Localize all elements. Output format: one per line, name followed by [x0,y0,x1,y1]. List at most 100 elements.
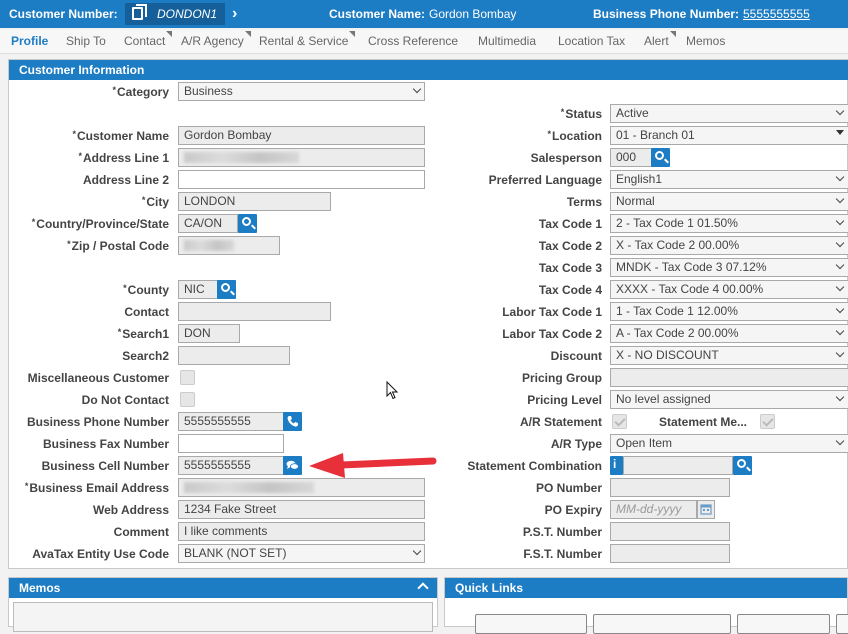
chevron-down-icon [835,436,845,446]
chat-icon [286,460,299,470]
business-phone-field-label: Business Phone Number [26,415,169,429]
chevron-down-icon [412,84,422,94]
tax-code-1-select[interactable]: 2 - Tax Code 1 01.50% [610,214,848,233]
ar-type-select[interactable]: Open Item [610,434,848,453]
labor-tax-1-select[interactable]: 1 - Tax Code 1 12.00% [610,302,848,321]
statement-me-checkbox[interactable] [760,414,775,429]
info-button[interactable]: i [610,456,623,475]
date-picker-button[interactable] [697,500,715,519]
text-message-button[interactable] [283,456,302,475]
call-button[interactable] [283,412,302,431]
city-label: *City [142,195,169,209]
chevron-down-icon [835,392,845,402]
tab-ar-agency[interactable]: A/R Agency [181,31,251,48]
pricing-group-input[interactable] [610,368,848,387]
corner-indicator-icon [349,31,356,37]
zip-label: *Zip / Postal Code [67,239,169,253]
tab-memos[interactable]: Memos [686,34,725,48]
memo-textarea[interactable] [13,602,433,632]
email-label: *Business Email Address [25,481,169,495]
zip-input[interactable] [178,236,280,255]
tax-code-2-select[interactable]: X - Tax Code 2 00.00% [610,236,848,255]
do-not-contact-checkbox[interactable] [180,392,195,407]
salesperson-input[interactable]: 000 [610,148,652,167]
comment-input[interactable]: I like comments [178,522,425,541]
search1-label: *Search1 [118,327,169,341]
search-icon [242,217,251,226]
avatax-select[interactable]: BLANK (NOT SET) [178,544,425,563]
copy-icon[interactable] [132,4,147,20]
address1-input[interactable] [178,148,425,167]
quick-link-button[interactable] [737,614,830,634]
category-value: Business [184,84,233,98]
misc-customer-checkbox[interactable] [180,370,195,385]
pst-input[interactable] [610,522,730,541]
location-value: 01 - Branch 01 [616,128,695,142]
customer-name-input[interactable]: Gordon Bombay [178,126,425,145]
terms-select[interactable]: Normal [610,192,848,211]
po-number-input[interactable] [610,478,730,497]
contact-input[interactable] [178,302,331,321]
search-icon [655,151,664,160]
tab-contact[interactable]: Contact [124,31,173,48]
quick-link-button[interactable] [593,614,731,634]
statement-combination-search-button[interactable] [733,456,752,475]
tab-rental-service[interactable]: Rental & Service [259,31,356,48]
tab-multimedia[interactable]: Multimedia [478,34,536,48]
po-expiry-input[interactable]: MM-dd-yyyy [610,500,697,519]
address1-label-text: Address Line 1 [82,151,169,165]
county-search-button[interactable] [217,280,236,299]
business-phone-input[interactable]: 5555555555 [178,412,284,431]
avatax-value: BLANK (NOT SET) [184,546,287,560]
pricing-level-select[interactable]: No level assigned [610,390,848,409]
language-value: English1 [616,172,663,186]
required-marker: * [31,217,36,227]
required-marker: * [67,239,71,249]
labor-tax-2-value: A - Tax Code 2 00.00% [616,326,739,340]
business-fax-input[interactable] [178,434,284,453]
city-input[interactable]: LONDON [178,192,331,211]
customer-name-value: Gordon Bombay [429,7,517,21]
tab-contact-label: Contact [124,34,166,48]
tab-ship-to[interactable]: Ship To [66,34,106,48]
tax-code-3-select[interactable]: MNDK - Tax Code 3 07.12% [610,258,848,277]
category-select[interactable]: Business [178,82,425,101]
redacted-text [184,152,299,163]
web-address-input[interactable]: 1234 Fake Street [178,500,425,519]
ar-statement-label: A/R Statement [519,415,602,429]
country-search-button[interactable] [238,214,257,233]
corner-indicator-icon [669,31,676,37]
search2-input[interactable] [178,346,290,365]
customer-number-box[interactable]: DONDON1 [125,3,225,25]
quick-links-panel: Quick Links [444,577,848,634]
language-select[interactable]: English1 [610,170,848,189]
chevron-right-icon[interactable]: › [232,5,237,23]
salesperson-search-button[interactable] [651,148,670,167]
salesperson-label: Salesperson [530,151,602,165]
location-select[interactable]: 01 - Branch 01 [610,126,848,145]
quick-link-button[interactable] [836,614,848,634]
pricing-level-label: Pricing Level [527,393,602,407]
search1-input[interactable]: DON [178,324,240,343]
business-cell-input[interactable]: 5555555555 [178,456,284,475]
fst-input[interactable] [610,544,730,563]
tab-profile[interactable]: Profile [11,34,48,48]
tab-cross-reference[interactable]: Cross Reference [368,34,458,48]
ar-statement-checkbox[interactable] [612,414,627,429]
tax-code-4-select[interactable]: XXXX - Tax Code 4 00.00% [610,280,848,299]
quick-link-button[interactable] [475,614,587,634]
labor-tax-2-select[interactable]: A - Tax Code 2 00.00% [610,324,848,343]
tab-location-tax[interactable]: Location Tax [558,34,625,48]
country-input[interactable]: CA/ON [178,214,238,233]
quick-links-title: Quick Links [445,578,847,598]
business-phone-link[interactable]: 5555555555 [743,7,810,21]
discount-value: X - NO DISCOUNT [616,348,719,362]
statement-me-label: Statement Me... [659,415,748,429]
language-label: Preferred Language [488,173,602,187]
status-select[interactable]: Active [610,104,848,123]
discount-select[interactable]: X - NO DISCOUNT [610,346,848,365]
tab-alert[interactable]: Alert [644,31,676,48]
statement-combination-input[interactable] [623,456,733,475]
address2-input[interactable] [178,170,425,189]
county-input[interactable]: NIC [178,280,218,299]
